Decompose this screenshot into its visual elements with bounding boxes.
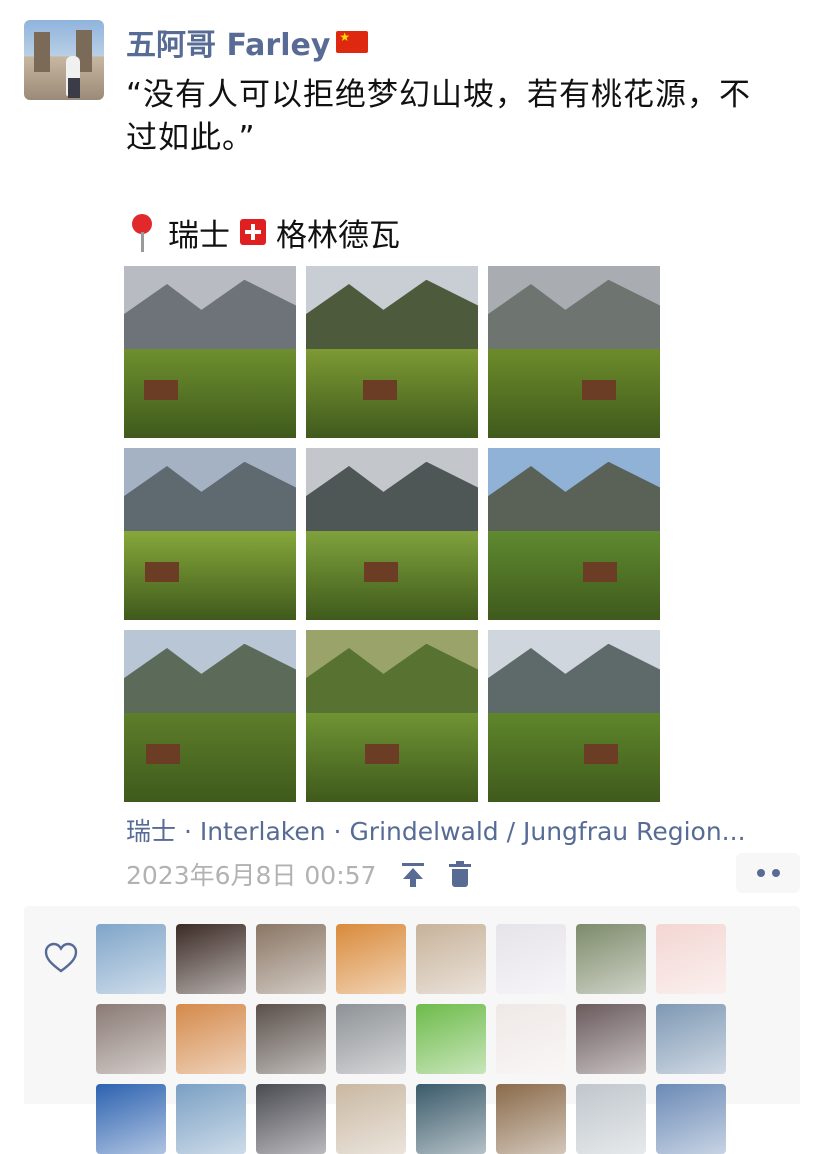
liker-avatar-23[interactable] bbox=[576, 1084, 646, 1154]
liker-avatar-15[interactable] bbox=[576, 1004, 646, 1074]
more-dot-right bbox=[771, 869, 780, 877]
liker-avatar-16[interactable] bbox=[656, 1004, 726, 1074]
liker-avatar-17[interactable] bbox=[96, 1084, 166, 1154]
location-country: 瑞士 bbox=[168, 217, 230, 254]
heart-outline-icon bbox=[44, 942, 78, 973]
photo-6[interactable] bbox=[488, 448, 660, 620]
photo-8[interactable] bbox=[306, 630, 478, 802]
round-pushpin-icon bbox=[128, 212, 156, 252]
liker-avatar-24[interactable] bbox=[656, 1084, 726, 1154]
post-text: “没有人可以拒绝梦幻山坡，若有桃花源，不 过如此。” bbox=[126, 77, 752, 156]
liker-avatar-5[interactable] bbox=[416, 924, 486, 994]
more-dots-button[interactable] bbox=[736, 853, 800, 893]
liker-avatar-18[interactable] bbox=[176, 1084, 246, 1154]
author-name-row[interactable]: 五阿哥 Farley bbox=[126, 20, 369, 64]
liker-avatar-14[interactable] bbox=[496, 1004, 566, 1074]
liker-avatar-13[interactable] bbox=[416, 1004, 486, 1074]
author-avatar[interactable] bbox=[24, 20, 104, 100]
liker-avatar-22[interactable] bbox=[496, 1084, 566, 1154]
liker-avatar-12[interactable] bbox=[336, 1004, 406, 1074]
liker-avatar-10[interactable] bbox=[176, 1004, 246, 1074]
liker-avatar-1[interactable] bbox=[96, 924, 166, 994]
liker-avatar-21[interactable] bbox=[416, 1084, 486, 1154]
likes-panel bbox=[24, 906, 800, 1154]
post-location-line: 瑞士 格林德瓦 bbox=[128, 210, 400, 254]
photo-4[interactable] bbox=[124, 448, 296, 620]
avatar-tower-left bbox=[34, 32, 50, 72]
more-dot-left bbox=[756, 869, 765, 877]
location-link[interactable]: 瑞士 · Interlaken · Grindelwald / Jungfrau… bbox=[126, 810, 816, 850]
photo-9[interactable] bbox=[488, 630, 660, 802]
post-timestamp: 2023年6月8日 00:57 bbox=[126, 861, 377, 890]
liker-avatar-2[interactable] bbox=[176, 924, 246, 994]
avatar-person-legs bbox=[68, 78, 80, 98]
pin-top-icon[interactable] bbox=[400, 859, 426, 889]
photo-2[interactable] bbox=[306, 266, 478, 438]
photo-grid bbox=[124, 266, 660, 802]
trash-icon[interactable] bbox=[448, 859, 472, 889]
photo-5[interactable] bbox=[306, 448, 478, 620]
liker-avatar-4[interactable] bbox=[336, 924, 406, 994]
photo-1[interactable] bbox=[124, 266, 296, 438]
photo-7[interactable] bbox=[124, 630, 296, 802]
location-place: 格林德瓦 bbox=[276, 217, 400, 254]
liker-avatar-9[interactable] bbox=[96, 1004, 166, 1074]
liker-avatar-19[interactable] bbox=[256, 1084, 326, 1154]
switzerland-flag-icon bbox=[240, 219, 266, 245]
liker-avatar-20[interactable] bbox=[336, 1084, 406, 1154]
photo-3[interactable] bbox=[488, 266, 660, 438]
post-meta: 2023年6月8日 00:57 bbox=[126, 854, 472, 894]
liker-avatar-8[interactable] bbox=[656, 924, 726, 994]
liker-avatar-6[interactable] bbox=[496, 924, 566, 994]
china-flag-icon bbox=[336, 30, 369, 53]
liker-avatar-3[interactable] bbox=[256, 924, 326, 994]
liker-avatar-11[interactable] bbox=[256, 1004, 326, 1074]
author-name[interactable]: 五阿哥 Farley bbox=[126, 20, 330, 64]
liker-avatar-7[interactable] bbox=[576, 924, 646, 994]
